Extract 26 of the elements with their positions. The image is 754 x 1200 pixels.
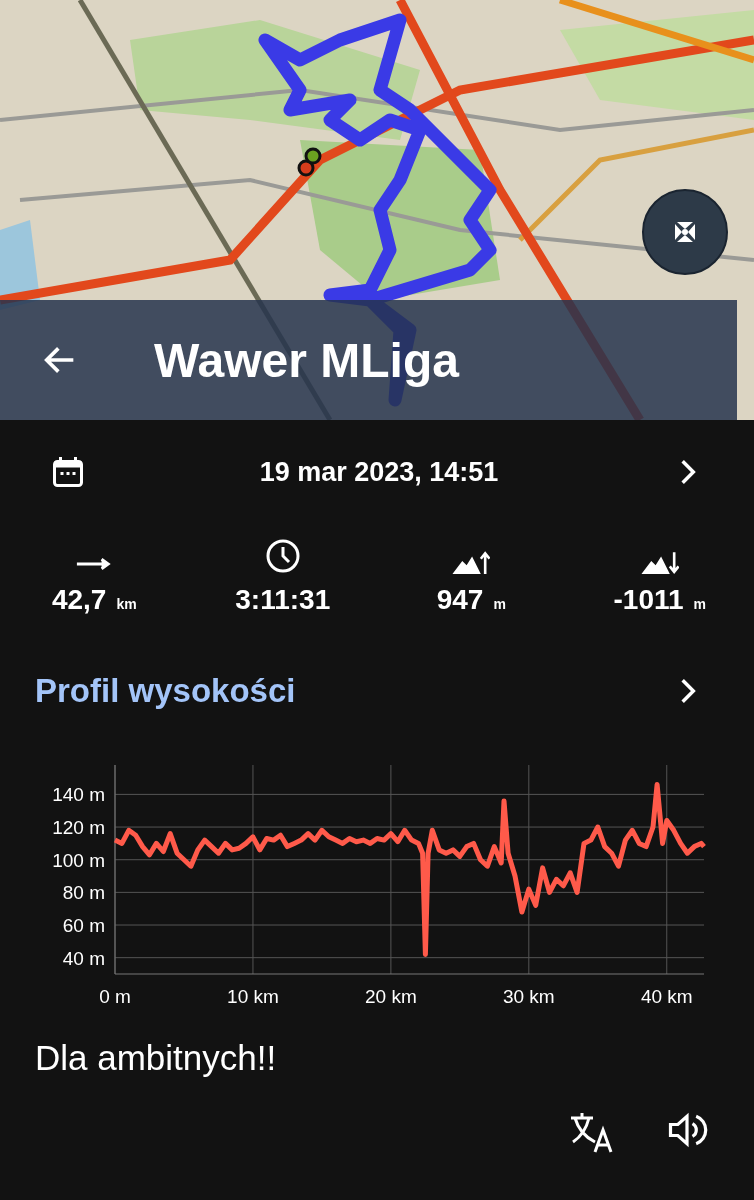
stat-value: 947 bbox=[436, 584, 484, 616]
clock-icon bbox=[264, 538, 301, 574]
date-time: 19 mar 2023, 14:51 bbox=[258, 456, 500, 488]
stat-unit: m bbox=[493, 596, 506, 612]
section-title[interactable]: Profil wysokości bbox=[35, 672, 296, 710]
description-text: Dla ambitnych!! bbox=[35, 1038, 278, 1078]
toolbar-title: Wawer MLiga bbox=[154, 332, 459, 388]
x-axis-label: 20 km bbox=[365, 986, 417, 1007]
y-axis-label: 80 m bbox=[62, 882, 105, 904]
stat-unit: m bbox=[693, 596, 706, 612]
y-axis-label: 40 m bbox=[62, 947, 105, 969]
x-axis-label: 30 km bbox=[502, 986, 555, 1007]
x-axis-label: 10 km bbox=[227, 986, 279, 1007]
y-axis-label: 140 m bbox=[52, 784, 105, 806]
calendar-icon bbox=[50, 454, 86, 490]
mountain-up-icon bbox=[452, 550, 491, 574]
stat-unit: km bbox=[116, 596, 137, 612]
mountain-down-icon bbox=[640, 550, 679, 574]
stat-value: 3:11:31 bbox=[235, 584, 331, 616]
stat-value: 42,7 bbox=[51, 584, 107, 616]
stat-value: -1011 bbox=[613, 584, 684, 616]
x-axis-label: 0 m bbox=[99, 986, 131, 1007]
x-axis-label: 40 km bbox=[640, 986, 693, 1007]
y-axis-label: 100 m bbox=[52, 849, 105, 871]
y-axis-label: 60 m bbox=[62, 915, 105, 936]
y-axis-label: 120 m bbox=[52, 817, 105, 839]
